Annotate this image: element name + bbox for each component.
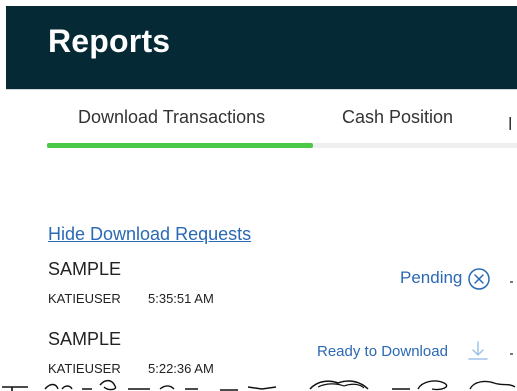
cancel-circle-icon[interactable] [467, 267, 491, 291]
request-1-status: Pending [400, 268, 463, 287]
active-tab-indicator [47, 143, 313, 148]
tab-cash-position[interactable]: Cash Position [342, 107, 453, 128]
row-1-edge-mark [510, 281, 513, 283]
header-divider [6, 89, 517, 90]
request-1-time: 5:35:51 AM [148, 291, 214, 306]
request-2-user: KATIEUSER [48, 361, 121, 376]
page-title: Reports [48, 23, 171, 59]
request-1-name: SAMPLE [48, 259, 122, 279]
download-icon[interactable] [466, 339, 490, 363]
row-2-edge-mark [510, 353, 513, 355]
request-1-user: KATIEUSER [48, 291, 121, 306]
request-2-time: 5:22:36 AM [148, 361, 214, 376]
tab-download-transactions[interactable]: Download Transactions [78, 107, 265, 128]
request-2-name: SAMPLE [48, 329, 122, 349]
tab-overflow[interactable]: E [508, 114, 511, 134]
request-2-status: Ready to Download [317, 343, 448, 360]
hide-download-requests-link[interactable]: Hide Download Requests [48, 224, 251, 245]
redaction-scribble [2, 379, 516, 391]
page-header: Reports [6, 6, 517, 89]
reports-page: Reports Download Transactions Cash Posit… [0, 0, 517, 391]
